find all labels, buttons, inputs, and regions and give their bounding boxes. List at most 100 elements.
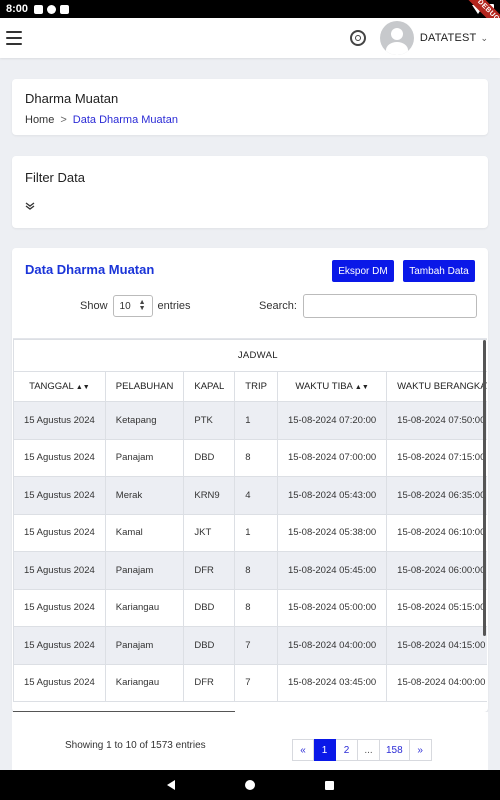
cell-tanggal: 15 Agustus 2024: [13, 438, 106, 477]
cell-tanggal: 15 Agustus 2024: [13, 626, 106, 665]
pagination-ellipsis: ...: [358, 739, 380, 761]
cell-trip: 8: [234, 438, 278, 477]
cell-trip: 7: [234, 626, 278, 665]
search-input[interactable]: [302, 294, 477, 318]
cell-pelabuhan: Kamal: [104, 513, 185, 552]
cell-waktu-berangkat: 15-08-2024 05:15:00: [386, 588, 487, 627]
entries-select[interactable]: 10 ▲ ▼: [112, 295, 153, 317]
data-table: JADWAL TANGGAL ▲▼ PELABUHAN KAPAL TRIP WA…: [13, 339, 487, 702]
select-arrows-icon: ▲ ▼: [138, 299, 146, 312]
entries-label: entries: [157, 300, 191, 312]
column-header-tanggal[interactable]: TANGGAL ▲▼: [13, 371, 106, 402]
system-nav-bar: [0, 770, 500, 800]
cell-pelabuhan: Kariangau: [104, 588, 185, 627]
search-control: Search:: [259, 294, 477, 318]
cell-waktu-berangkat: 15-08-2024 06:00:00: [386, 551, 487, 590]
column-header-waktu-berangkat[interactable]: WAKTU BERANGKAT: [386, 371, 487, 402]
export-dm-button[interactable]: Ekspor DM: [332, 260, 394, 282]
cell-trip: 1: [234, 401, 278, 440]
cell-kapal: PTK: [183, 401, 236, 440]
cell-kapal: KRN9: [183, 476, 236, 515]
cell-tanggal: 15 Agustus 2024: [13, 551, 106, 590]
filter-title: Filter Data: [25, 170, 85, 185]
cell-waktu-tiba: 15-08-2024 05:00:00: [276, 588, 388, 627]
vertical-scrollbar[interactable]: [483, 340, 486, 636]
entries-length-control: Show 10 ▲ ▼ entries: [80, 295, 191, 317]
pagination-next-button[interactable]: »: [409, 739, 432, 761]
cell-pelabuhan: Kariangau: [104, 663, 185, 702]
breadcrumb-current[interactable]: Data Dharma Muatan: [73, 114, 178, 126]
cell-kapal: DBD: [183, 626, 236, 665]
cell-trip: 1: [234, 513, 278, 552]
cell-waktu-tiba: 15-08-2024 05:43:00: [276, 476, 388, 515]
entries-select-value: 10: [119, 300, 131, 312]
cell-tanggal: 15 Agustus 2024: [13, 513, 106, 552]
page-title: Dharma Muatan: [25, 91, 119, 106]
app-header: DATATEST ⌄: [0, 18, 500, 58]
page-header-card: Dharma Muatan Home > Data Dharma Muatan: [12, 79, 488, 135]
table-row[interactable]: 15 Agustus 2024 Panajam DBD 8 15-08-2024 07:…: [13, 438, 487, 477]
breadcrumb: Home > Data Dharma Muatan: [25, 114, 475, 126]
pagination: « 1 2 ... 158 »: [292, 739, 432, 761]
table-row[interactable]: 15 Agustus 2024 Panajam DBD 7 15-08-2024 04:…: [13, 626, 487, 665]
data-table-container[interactable]: JADWAL TANGGAL ▲▼ PELABUHAN KAPAL TRIP WA…: [13, 338, 487, 712]
back-icon[interactable]: [166, 780, 175, 790]
double-chevron-down-icon[interactable]: [25, 201, 35, 211]
avatar[interactable]: [379, 21, 414, 55]
status-bar: 8:00 DEBUG: [0, 0, 500, 36]
filter-card: Filter Data: [12, 156, 488, 228]
data-card-title: Data Dharma Muatan: [25, 262, 155, 277]
cell-pelabuhan: Panajam: [104, 551, 185, 590]
table-row[interactable]: 15 Agustus 2024 Kariangau DBD 8 15-08-2024 0…: [13, 588, 487, 627]
cell-waktu-tiba: 15-08-2024 05:45:00: [276, 551, 388, 590]
table-row[interactable]: 15 Agustus 2024 Merak KRN9 4 15-08-2024 05:4…: [13, 476, 487, 515]
column-header-trip[interactable]: TRIP: [234, 371, 278, 402]
cell-tanggal: 15 Agustus 2024: [13, 476, 106, 515]
cell-trip: 4: [234, 476, 278, 515]
cell-waktu-berangkat: 15-08-2024 07:15:00: [386, 438, 487, 477]
column-header-pelabuhan[interactable]: PELABUHAN: [104, 371, 185, 402]
cell-waktu-tiba: 15-08-2024 05:38:00: [276, 513, 388, 552]
cell-trip: 8: [234, 588, 278, 627]
table-row[interactable]: 15 Agustus 2024 Kariangau DFR 7 15-08-2024 0…: [13, 663, 487, 702]
cell-kapal: DFR: [183, 663, 236, 702]
cell-tanggal: 15 Agustus 2024: [13, 663, 106, 702]
cell-kapal: DFR: [183, 551, 236, 590]
pagination-prev-button[interactable]: «: [292, 739, 314, 761]
pagination-page-1[interactable]: 1: [314, 739, 336, 761]
cell-kapal: DBD: [183, 588, 236, 627]
recent-apps-icon[interactable]: [324, 780, 334, 790]
cell-waktu-tiba: 15-08-2024 03:45:00: [276, 663, 388, 702]
notification-icon: [34, 4, 44, 14]
cell-waktu-tiba: 15-08-2024 07:00:00: [276, 438, 388, 477]
table-row[interactable]: 15 Agustus 2024 Panajam DFR 8 15-08-2024 05:…: [13, 551, 487, 590]
cell-pelabuhan: Panajam: [104, 626, 185, 665]
cell-waktu-berangkat: 15-08-2024 04:00:00: [386, 663, 487, 702]
pagination-page-last[interactable]: 158: [380, 739, 410, 761]
settings-gear-icon[interactable]: [349, 30, 366, 46]
table-row[interactable]: 15 Agustus 2024 Kamal JKT 1 15-08-2024 05:38…: [13, 513, 487, 552]
menu-icon[interactable]: [6, 31, 22, 45]
chevron-down-icon[interactable]: ⌄: [480, 33, 488, 44]
cell-kapal: JKT: [183, 513, 236, 552]
table-info: Showing 1 to 10 of 1573 entries: [65, 740, 206, 751]
column-header-waktu-tiba[interactable]: WAKTU TIBA ▲▼: [276, 371, 388, 402]
cell-waktu-tiba: 15-08-2024 04:00:00: [276, 626, 388, 665]
cell-waktu-berangkat: 15-08-2024 06:10:00: [386, 513, 487, 552]
username[interactable]: DATATEST: [420, 32, 477, 44]
sd-card-icon: [60, 4, 70, 14]
sort-icon: ▲▼: [75, 384, 90, 391]
cell-trip: 7: [234, 663, 278, 702]
cell-tanggal: 15 Agustus 2024: [13, 401, 106, 440]
sync-icon: [47, 4, 57, 14]
cell-waktu-berangkat: 15-08-2024 04:15:00: [386, 626, 487, 665]
table-row[interactable]: 15 Agustus 2024 Ketapang PTK 1 15-08-2024 07…: [13, 401, 487, 440]
add-data-button[interactable]: Tambah Data: [403, 260, 475, 282]
home-icon[interactable]: [244, 780, 255, 790]
breadcrumb-home-link[interactable]: Home: [25, 114, 54, 126]
cell-trip: 8: [234, 551, 278, 590]
column-header-kapal[interactable]: KAPAL: [183, 371, 236, 402]
cell-pelabuhan: Ketapang: [104, 401, 185, 440]
pagination-page-2[interactable]: 2: [336, 739, 358, 761]
sort-icon: ▲▼: [354, 384, 369, 391]
